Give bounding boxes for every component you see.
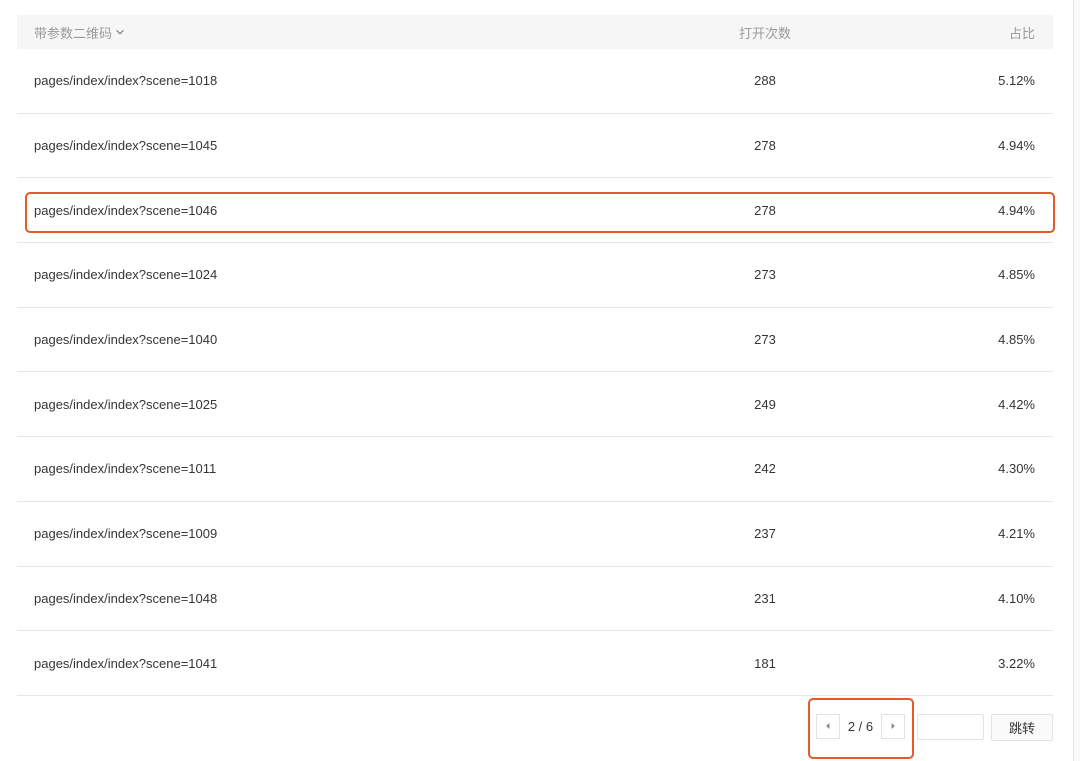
table-row: pages/index/index?scene=1024 273 4.85% <box>17 243 1053 308</box>
row-ratio: 4.30% <box>998 461 1035 477</box>
header-open-count: 打开次数 <box>738 25 791 41</box>
table-row: pages/index/index?scene=1040 273 4.85% <box>17 308 1053 373</box>
header-ratio: 占比 <box>1008 25 1035 41</box>
caret-left-icon <box>824 718 832 736</box>
row-path: pages/index/index?scene=1040 <box>34 332 218 348</box>
row-ratio: 4.94% <box>998 202 1035 218</box>
row-ratio: 4.10% <box>998 590 1035 606</box>
table-row: pages/index/index?scene=1009 237 4.21% <box>17 502 1053 567</box>
jump-button[interactable]: 跳转 <box>991 714 1053 741</box>
row-ratio: 4.21% <box>998 526 1035 542</box>
row-path: pages/index/index?scene=1009 <box>34 526 218 542</box>
row-count: 273 <box>754 332 776 348</box>
row-ratio: 4.94% <box>998 138 1035 154</box>
header-qr-code[interactable]: 带参数二维码 <box>17 23 627 42</box>
scrollbar[interactable] <box>1073 0 1080 761</box>
table-row: pages/index/index?scene=1011 242 4.30% <box>17 437 1053 502</box>
row-count: 273 <box>754 267 776 283</box>
row-ratio: 5.12% <box>998 73 1035 89</box>
row-path: pages/index/index?scene=1046 <box>34 202 218 218</box>
page-indicator: 2 / 6 <box>847 719 874 734</box>
row-path: pages/index/index?scene=1048 <box>34 590 218 606</box>
row-count: 249 <box>754 396 776 412</box>
chevron-down-icon[interactable] <box>115 27 125 37</box>
row-ratio: 4.42% <box>998 396 1035 412</box>
table-row: pages/index/index?scene=1025 249 4.42% <box>17 372 1053 438</box>
table-row: pages/index/index?scene=1046 278 4.94% <box>17 178 1053 244</box>
table-row: pages/index/index?scene=1041 181 3.22% <box>17 631 1053 696</box>
row-path: pages/index/index?scene=1011 <box>34 461 217 477</box>
table-row: pages/index/index?scene=1045 278 4.94% <box>17 114 1053 179</box>
row-count: 278 <box>754 202 776 218</box>
row-ratio: 3.22% <box>998 655 1035 671</box>
pagination: 2 / 6 <box>816 713 905 740</box>
prev-page-button[interactable] <box>816 714 840 739</box>
row-path: pages/index/index?scene=1025 <box>34 396 218 412</box>
row-ratio: 4.85% <box>998 267 1035 283</box>
row-path: pages/index/index?scene=1018 <box>34 73 218 89</box>
next-page-button[interactable] <box>881 714 905 739</box>
row-path: pages/index/index?scene=1024 <box>34 267 218 283</box>
row-count: 231 <box>754 590 776 606</box>
table-row: pages/index/index?scene=1018 288 5.12% <box>17 49 1053 114</box>
row-count: 288 <box>754 73 776 89</box>
row-count: 237 <box>754 526 776 542</box>
jump-page-input[interactable] <box>917 714 984 740</box>
table-row: pages/index/index?scene=1048 231 4.10% <box>17 567 1053 632</box>
row-count: 181 <box>754 655 776 671</box>
row-path: pages/index/index?scene=1041 <box>34 655 218 671</box>
row-ratio: 4.85% <box>998 332 1035 348</box>
row-count: 278 <box>754 138 776 154</box>
table-header: 带参数二维码 打开次数 占比 <box>17 15 1053 49</box>
row-path: pages/index/index?scene=1045 <box>34 138 218 154</box>
header-qr-code-label: 带参数二维码 <box>34 25 113 41</box>
caret-right-icon <box>889 718 897 736</box>
row-count: 242 <box>754 461 776 477</box>
data-table: 带参数二维码 打开次数 占比 pages/index/index?scene=1… <box>17 15 1053 696</box>
